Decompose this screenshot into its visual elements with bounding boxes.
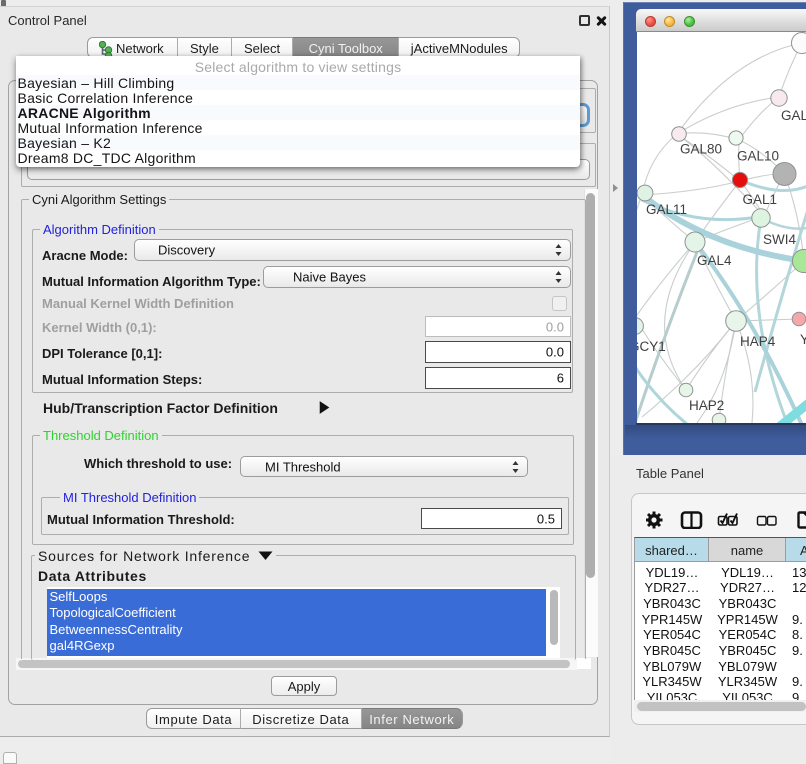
svg-text:GCY1: GCY1 [637, 339, 666, 354]
svg-text:GAL10: GAL10 [737, 149, 779, 164]
svg-text:GAL11: GAL11 [646, 202, 687, 217]
svg-text:GAL80: GAL80 [680, 142, 722, 157]
svg-text:Y: Y [800, 332, 806, 347]
svg-text:HAP2: HAP2 [689, 398, 724, 413]
svg-text:GAL2: GAL2 [781, 108, 806, 123]
svg-text:GAL4: GAL4 [697, 253, 732, 268]
svg-text:GAL1: GAL1 [743, 192, 778, 207]
svg-text:SWI4: SWI4 [763, 232, 796, 247]
svg-text:HAP4: HAP4 [740, 334, 776, 349]
